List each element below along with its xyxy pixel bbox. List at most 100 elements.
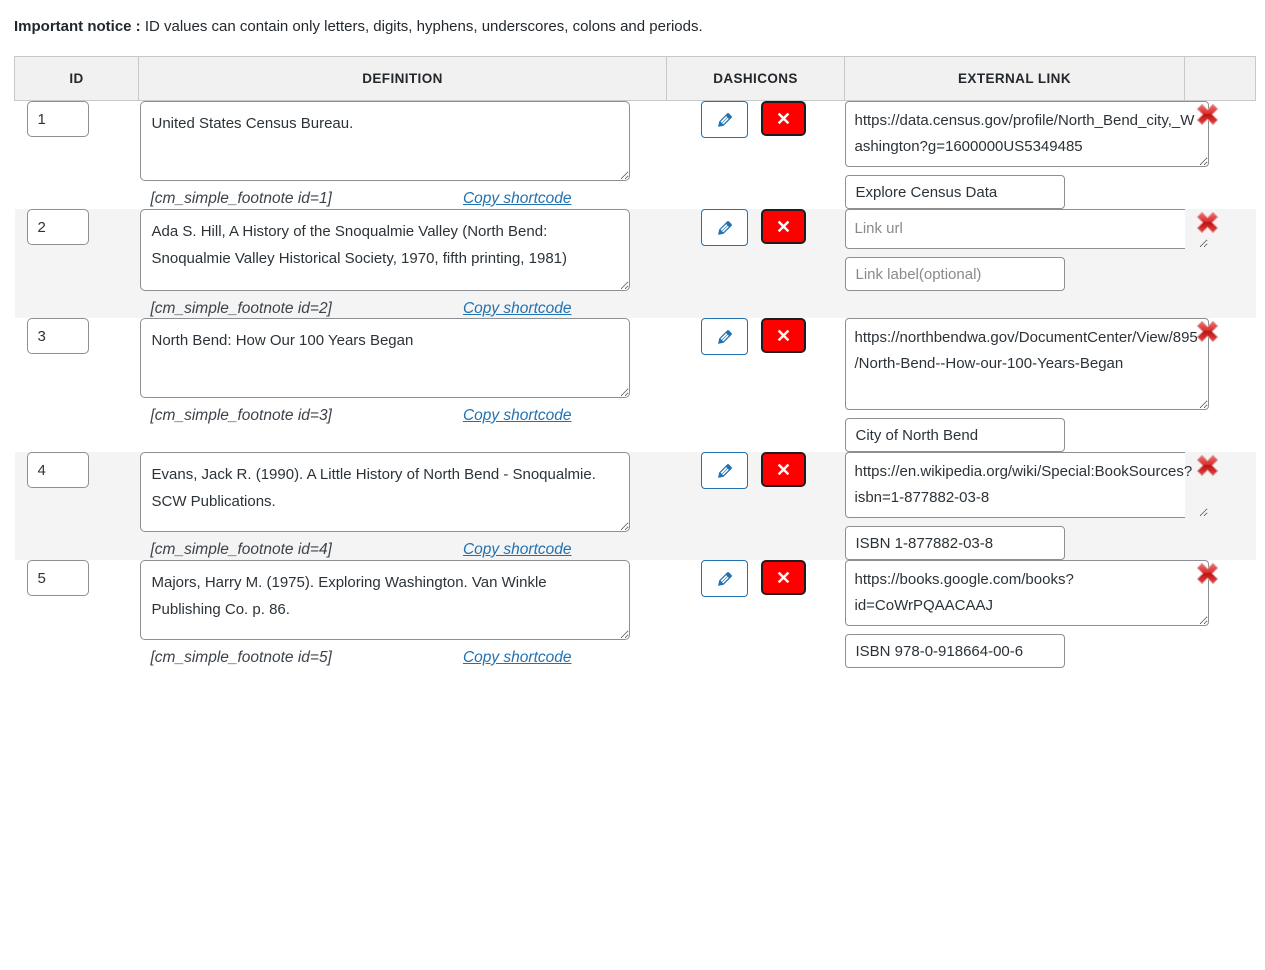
definition-textarea[interactable] xyxy=(139,452,630,532)
remove-dashicon-button[interactable]: ✕ xyxy=(761,101,806,136)
important-notice: Important notice : ID values can contain… xyxy=(14,17,703,37)
close-icon: ✕ xyxy=(775,108,792,129)
shortcode-text: [cm_simple_footnote id=4] xyxy=(150,541,332,558)
remove-dashicon-button[interactable]: ✕ xyxy=(761,318,806,353)
cell-id xyxy=(15,560,139,668)
table-row: [cm_simple_footnote id=4] Copy shortcode ✕ xyxy=(14,452,1256,560)
pencil-icon xyxy=(717,329,732,344)
shortcode-text: [cm_simple_footnote id=1] xyxy=(150,190,332,207)
red-cross-icon xyxy=(1196,454,1218,477)
delete-row-button[interactable] xyxy=(1194,560,1221,587)
close-icon: ✕ xyxy=(775,567,792,588)
cell-definition: [cm_simple_footnote id=4] Copy shortcode xyxy=(138,452,667,560)
dashicons-buttons: ✕ xyxy=(667,452,845,489)
copy-shortcode-link[interactable]: Copy shortcode xyxy=(463,541,572,559)
notice-text: ID values can contain only letters, digi… xyxy=(140,18,703,35)
red-cross-icon xyxy=(1196,320,1218,343)
link-label-input[interactable] xyxy=(844,526,1065,560)
cell-dashicons: ✕ xyxy=(666,452,845,560)
notice-label: Important notice : xyxy=(14,18,141,35)
delete-row-button[interactable] xyxy=(1194,452,1221,479)
id-input[interactable] xyxy=(26,209,89,245)
table-header-row: ID DEFINITION DASHICONS EXTERNAL LINK xyxy=(14,56,1256,101)
shortcode-text: [cm_simple_footnote id=3] xyxy=(150,407,332,424)
link-label-input[interactable] xyxy=(844,175,1065,209)
definition-textarea[interactable] xyxy=(139,318,630,398)
cell-external-link xyxy=(844,209,1209,318)
shortcode-text: [cm_simple_footnote id=2] xyxy=(150,300,332,317)
shortcode-row: [cm_simple_footnote id=5] Copy shortcode xyxy=(140,649,630,667)
red-cross-icon xyxy=(1196,562,1218,585)
cell-id xyxy=(14,209,139,318)
cell-dashicons: ✕ xyxy=(667,560,845,668)
shortcode-row: [cm_simple_footnote id=3] Copy shortcode xyxy=(140,407,630,425)
cell-external-link xyxy=(844,452,1209,560)
table-head: ID DEFINITION DASHICONS EXTERNAL LINK xyxy=(14,56,1256,101)
copy-shortcode-link[interactable]: Copy shortcode xyxy=(463,649,572,667)
link-url-textarea[interactable] xyxy=(844,452,1209,518)
definition-wrapper: [cm_simple_footnote id=4] Copy shortcode xyxy=(139,452,667,559)
red-cross-icon xyxy=(1196,103,1218,126)
link-label-input[interactable] xyxy=(844,634,1065,668)
id-input[interactable] xyxy=(26,101,89,137)
table-row: [cm_simple_footnote id=1] Copy shortcode ✕ xyxy=(15,101,1256,210)
column-header-dashicons: DASHICONS xyxy=(666,56,845,101)
cell-id xyxy=(14,452,139,560)
dashicons-buttons: ✕ xyxy=(667,560,845,597)
link-label-input[interactable] xyxy=(844,418,1065,452)
copy-shortcode-link[interactable]: Copy shortcode xyxy=(463,190,572,208)
delete-row-button[interactable] xyxy=(1194,318,1221,345)
cell-dashicons: ✕ xyxy=(666,209,845,318)
cell-external-link xyxy=(844,318,1209,452)
cell-dashicons: ✕ xyxy=(667,101,845,210)
shortcode-row: [cm_simple_footnote id=2] Copy shortcode xyxy=(140,300,630,318)
cell-external-link xyxy=(844,101,1209,209)
link-url-textarea[interactable] xyxy=(844,209,1209,249)
shortcode-row: [cm_simple_footnote id=4] Copy shortcode xyxy=(140,541,630,559)
table-row: [cm_simple_footnote id=3] Copy shortcode ✕ xyxy=(15,318,1256,452)
copy-shortcode-link[interactable]: Copy shortcode xyxy=(463,300,572,318)
cell-delete xyxy=(1184,209,1256,318)
delete-row-button[interactable] xyxy=(1194,209,1221,236)
copy-shortcode-link[interactable]: Copy shortcode xyxy=(463,407,572,425)
definition-textarea[interactable] xyxy=(139,209,630,291)
remove-dashicon-button[interactable]: ✕ xyxy=(761,452,806,487)
edit-dashicon-button[interactable] xyxy=(701,318,748,355)
cell-definition: [cm_simple_footnote id=5] Copy shortcode xyxy=(139,560,667,668)
dashicons-buttons: ✕ xyxy=(667,318,845,355)
edit-dashicon-button[interactable] xyxy=(701,452,748,489)
edit-dashicon-button[interactable] xyxy=(701,101,748,138)
link-label-input[interactable] xyxy=(844,257,1065,291)
pencil-icon xyxy=(717,571,732,586)
shortcode-row: [cm_simple_footnote id=1] Copy shortcode xyxy=(140,190,630,208)
shortcode-text: [cm_simple_footnote id=5] xyxy=(150,649,332,666)
close-icon: ✕ xyxy=(775,459,792,480)
table-row: [cm_simple_footnote id=5] Copy shortcode ✕ xyxy=(15,560,1256,668)
edit-dashicon-button[interactable] xyxy=(701,560,748,597)
column-header-delete xyxy=(1184,56,1256,101)
definition-wrapper: [cm_simple_footnote id=1] Copy shortcode xyxy=(139,101,667,208)
cell-id xyxy=(15,318,139,452)
link-url-textarea[interactable] xyxy=(844,318,1209,410)
link-url-textarea[interactable] xyxy=(844,101,1209,167)
cell-dashicons: ✕ xyxy=(667,318,845,452)
cell-definition: [cm_simple_footnote id=1] Copy shortcode xyxy=(139,101,667,210)
table-row: [cm_simple_footnote id=2] Copy shortcode ✕ xyxy=(14,209,1256,318)
column-header-definition: DEFINITION xyxy=(138,56,667,101)
definition-textarea[interactable] xyxy=(139,560,630,640)
edit-dashicon-button[interactable] xyxy=(701,209,748,246)
remove-dashicon-button[interactable]: ✕ xyxy=(761,209,806,244)
footnotes-admin-page: Important notice : ID values can contain… xyxy=(0,0,1265,970)
cell-delete xyxy=(1185,318,1256,452)
cell-definition: [cm_simple_footnote id=3] Copy shortcode xyxy=(139,318,667,452)
dashicons-buttons: ✕ xyxy=(667,209,845,246)
delete-row-button[interactable] xyxy=(1194,101,1221,128)
table-body: [cm_simple_footnote id=1] Copy shortcode ✕… xyxy=(14,101,1256,668)
id-input[interactable] xyxy=(26,452,89,488)
remove-dashicon-button[interactable]: ✕ xyxy=(761,560,806,595)
id-input[interactable] xyxy=(26,560,89,596)
definition-textarea[interactable] xyxy=(139,101,630,181)
link-url-textarea[interactable] xyxy=(844,560,1209,626)
definition-wrapper: [cm_simple_footnote id=2] Copy shortcode xyxy=(139,209,667,318)
id-input[interactable] xyxy=(26,318,89,354)
